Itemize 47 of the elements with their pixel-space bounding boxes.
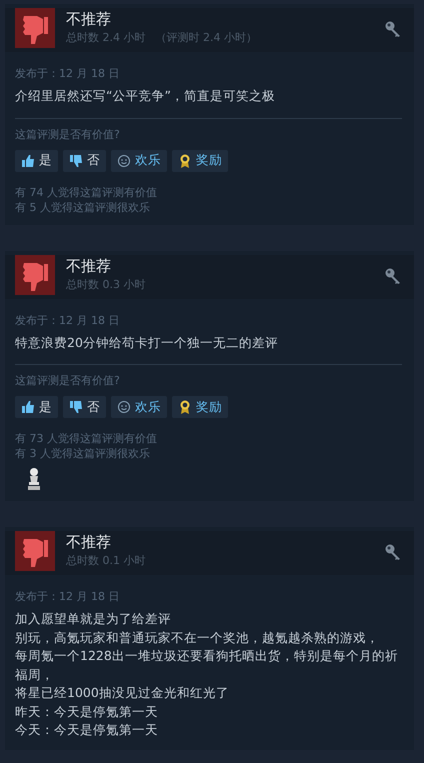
review-text: 每周氪一个1228出一堆垃圾还要看狗托晒出货，特别是每个月的祈福周， [15, 647, 399, 684]
vote-count-text: 有 5 人觉得这篇评测很欢乐 [15, 200, 151, 214]
key-icon [384, 543, 402, 561]
award-button[interactable]: 奖励 [172, 150, 228, 172]
helpful-question: 这篇评测是否有价值? [15, 126, 121, 142]
award-button[interactable]: 奖励 [172, 396, 228, 418]
funny-button[interactable]: 欢乐 [111, 150, 167, 172]
verdict-title: 不推荐 [66, 256, 112, 276]
review-text: 特意浪费20分钟给苟卡打一个独一无二的差评 [15, 334, 279, 352]
smiley-icon [117, 400, 131, 414]
vote-count-text: 有 3 人觉得这篇评测很欢乐 [15, 446, 151, 461]
thumbs-down-icon [69, 400, 83, 414]
thumbs-down-icon [15, 531, 55, 571]
vote-count-text: 有 74 人觉得这篇评测有价值 [15, 184, 158, 200]
thumbs-down-icon [69, 154, 83, 168]
review-text: 将星已经1000抽没见过金光和红光了 [15, 684, 230, 702]
review-text: 介绍里居然还写“公平竞争”，简直是可笑之极 [15, 87, 276, 105]
posted-date: 发布于：12 月 18 日 [15, 312, 120, 328]
review-text: 昨天：今天是停氪第一天 [15, 702, 159, 720]
helpful-question: 这篇评测是否有价值? [15, 373, 121, 388]
award-ribbon-icon [178, 400, 192, 414]
review-text: 别玩，高氪玩家和普通玩家不在一个奖池，越氪越杀熟的游戏， [15, 628, 380, 646]
thumbs-up-icon [21, 154, 35, 168]
posted-date: 发布于：12 月 18 日 [15, 66, 120, 81]
yes-button[interactable]: 是 [15, 150, 58, 172]
playtime-text: 总时数 0.1 小时 [66, 553, 146, 568]
yes-button[interactable]: 是 [15, 396, 58, 418]
verdict-title: 不推荐 [66, 532, 112, 553]
no-button[interactable]: 否 [63, 396, 106, 418]
statue-award-icon [27, 467, 41, 491]
review-text: 加入愿望单就是为了给差评 [15, 610, 172, 628]
playtime-at-review-text: （评测时 2.4 小时） [156, 30, 257, 45]
posted-date: 发布于：12 月 18 日 [15, 589, 120, 604]
no-button[interactable]: 否 [63, 150, 106, 172]
verdict-title: 不推荐 [66, 9, 112, 30]
funny-button[interactable]: 欢乐 [111, 396, 167, 418]
thumbs-up-icon [21, 400, 35, 414]
key-icon [384, 266, 402, 284]
smiley-icon [117, 154, 131, 168]
thumbs-down-icon [15, 254, 55, 294]
review-text: 今天：今天是停氪第一天 [15, 721, 159, 739]
playtime-text: 总时数 0.3 小时 [66, 276, 146, 292]
key-icon [384, 20, 402, 38]
award-ribbon-icon [178, 154, 192, 168]
thumbs-down-icon [15, 8, 55, 48]
vote-count-text: 有 73 人觉得这篇评测有价值 [15, 431, 158, 446]
playtime-text: 总时数 2.4 小时 [66, 30, 146, 45]
